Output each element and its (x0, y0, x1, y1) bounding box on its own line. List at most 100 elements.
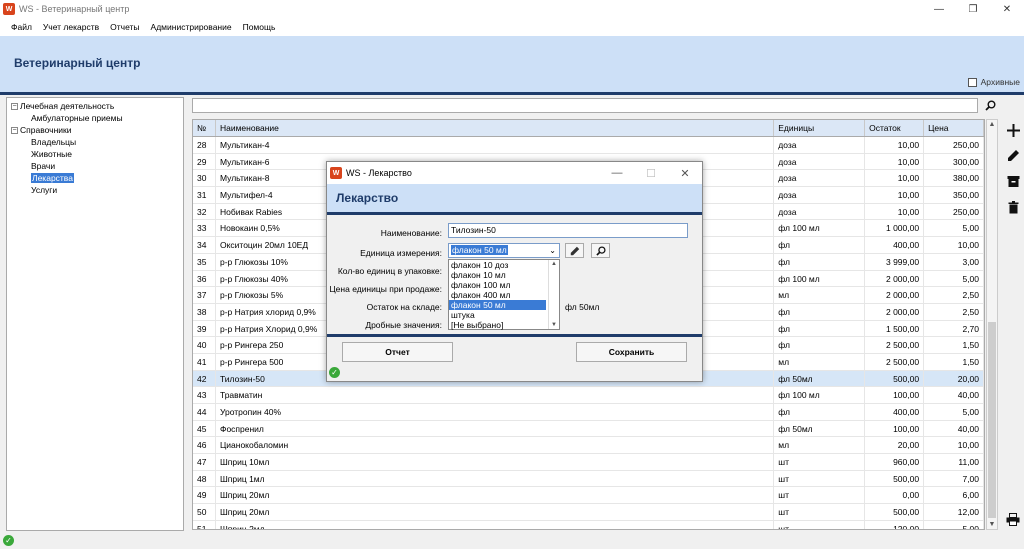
tree-node-outpatient[interactable]: Амбулаторные приемы (7, 112, 183, 124)
cell-number: 35 (193, 253, 216, 270)
unit-option[interactable]: флакон 100 мл (449, 280, 559, 290)
column-stock[interactable]: Остаток (865, 120, 925, 136)
cell-name: Мультикан-4 (216, 137, 775, 153)
name-field[interactable]: Тилозин-50 (448, 223, 688, 238)
maximize-button[interactable]: ❐ (956, 0, 990, 18)
report-button[interactable]: Отчет (342, 342, 453, 362)
menu-drug-accounting[interactable]: Учет лекарств (43, 22, 99, 32)
cell-number: 50 (193, 504, 216, 520)
edit-button[interactable] (1004, 146, 1022, 164)
unit-option[interactable]: флакон 10 мл (449, 270, 559, 280)
close-button[interactable]: ✕ (990, 0, 1024, 18)
search-unit-button[interactable] (591, 243, 610, 258)
cell-price: 380,00 (924, 170, 984, 187)
drug-dialog: W WS - Лекарство — ☐ ✕ Лекарство Наимено… (326, 161, 703, 382)
menu-administration[interactable]: Администрирование (151, 22, 232, 32)
table-row[interactable]: 28 Мультикан-4 доза 10,00 250,00 (193, 137, 984, 154)
cell-units: доза (774, 170, 866, 187)
dialog-minimize-button[interactable]: — (600, 162, 634, 184)
column-number[interactable]: № (193, 120, 216, 136)
cell-price: 5,00 (924, 270, 984, 287)
dialog-status-ok-icon: ✓ (329, 367, 340, 378)
cell-name: Шприц 10мл (216, 454, 775, 470)
cell-number: 36 (193, 270, 216, 287)
cell-number: 40 (193, 337, 216, 353)
scrollbar-thumb[interactable] (988, 322, 996, 518)
table-row[interactable]: 49 Шприц 20мл шт 0,00 6,00 (193, 487, 984, 505)
menu-reports[interactable]: Отчеты (110, 22, 139, 32)
unit-option[interactable]: флакон 400 мл (449, 290, 559, 300)
add-button[interactable] (1004, 121, 1022, 139)
archive-checkbox[interactable]: Архивные (967, 77, 1020, 87)
collapse-toggle-icon[interactable]: − (11, 127, 18, 135)
cell-number: 33 (193, 220, 216, 237)
cell-number: 39 (193, 320, 216, 337)
tree-node-animals[interactable]: Животные (7, 148, 183, 160)
chevron-down-icon[interactable]: ⌄ (549, 244, 556, 257)
table-scrollbar[interactable]: ▲ ▼ (986, 119, 998, 530)
archive-button[interactable] (1004, 172, 1022, 190)
cell-price: 20,00 (924, 370, 984, 387)
cell-stock: 120,00 (865, 520, 925, 529)
archive-box-icon (1007, 175, 1019, 187)
save-button[interactable]: Сохранить (576, 342, 687, 362)
cell-stock: 2 000,00 (865, 287, 925, 303)
edit-unit-button[interactable] (565, 243, 584, 258)
table-row[interactable]: 43 Травматин фл 100 мл 100,00 40,00 (193, 387, 984, 404)
tree-node-owners[interactable]: Владельцы (7, 136, 183, 148)
stock-label: Остаток на складе: (366, 302, 442, 312)
column-units[interactable]: Единицы (774, 120, 866, 136)
unit-option[interactable]: [Не выбрано] (449, 320, 559, 330)
tree-node-treatment[interactable]: − Лечебная деятельность (7, 100, 183, 112)
scroll-up-icon[interactable]: ▲ (987, 121, 997, 128)
search-input[interactable] (192, 98, 978, 113)
table-row[interactable]: 48 Шприц 1мл шт 500,00 7,00 (193, 470, 984, 488)
search-button[interactable] (982, 98, 998, 113)
tree-node-references[interactable]: − Справочники (7, 124, 183, 136)
table-row[interactable]: 50 Шприц 20мл шт 500,00 12,00 (193, 504, 984, 521)
cell-units: мл (774, 287, 866, 303)
scroll-down-icon[interactable]: ▼ (987, 521, 997, 528)
qty-label: Кол-во единиц в упаковке: (337, 266, 442, 276)
cell-stock: 10,00 (865, 203, 925, 220)
tree-node-doctors[interactable]: Врачи (7, 160, 183, 172)
unit-select-value: флакон 50 мл (451, 245, 508, 255)
cell-units: доза (774, 203, 866, 220)
cell-price: 40,00 (924, 420, 984, 437)
app-logo-icon: W (3, 3, 15, 15)
tree-node-services[interactable]: Услуги (7, 184, 183, 196)
unit-select[interactable]: флакон 50 мл ⌄ (448, 243, 560, 258)
minimize-button[interactable]: — (922, 0, 956, 18)
collapse-toggle-icon[interactable]: − (11, 103, 18, 111)
table-row[interactable]: 46 Цианокобаломин мл 20,00 10,00 (193, 437, 984, 455)
cell-number: 45 (193, 420, 216, 437)
scroll-down-icon[interactable]: ▼ (551, 322, 557, 328)
table-row[interactable]: 51 Шприц 2мл шт 120,00 5,00 (193, 520, 984, 529)
scroll-up-icon[interactable]: ▲ (551, 261, 557, 267)
cell-stock: 100,00 (865, 387, 925, 403)
cell-units: шт (774, 504, 866, 520)
menu-help[interactable]: Помощь (243, 22, 276, 32)
page-header: Ветеринарный центр Архивные (0, 36, 1024, 92)
dialog-header: Лекарство (327, 184, 702, 212)
table-row[interactable]: 45 Фоспренил фл 50мл 100,00 40,00 (193, 420, 984, 438)
dropdown-scrollbar[interactable]: ▲ ▼ (548, 260, 559, 329)
unit-option-selected[interactable]: флакон 50 мл (449, 300, 546, 310)
table-row[interactable]: 44 Уротропин 40% фл 400,00 5,00 (193, 404, 984, 421)
cell-units: шт (774, 470, 866, 487)
cell-units: фл (774, 237, 866, 253)
unit-dropdown-list[interactable]: флакон 10 доз флакон 10 мл флакон 100 мл… (448, 259, 560, 330)
unit-option[interactable]: штука (449, 310, 559, 320)
dialog-close-button[interactable]: ✕ (668, 162, 702, 184)
table-row[interactable]: 47 Шприц 10мл шт 960,00 11,00 (193, 454, 984, 471)
menu-file[interactable]: Файл (11, 22, 32, 32)
print-button[interactable] (1004, 510, 1022, 528)
cell-number: 46 (193, 437, 216, 454)
checkbox-box[interactable] (967, 77, 977, 87)
unit-option[interactable]: флакон 10 доз (449, 260, 559, 270)
cell-units: фл (774, 253, 866, 270)
delete-button[interactable] (1004, 198, 1022, 216)
column-name[interactable]: Наименование (216, 120, 775, 136)
tree-node-drugs[interactable]: Лекарства (7, 172, 183, 184)
column-price[interactable]: Цена (924, 120, 984, 136)
